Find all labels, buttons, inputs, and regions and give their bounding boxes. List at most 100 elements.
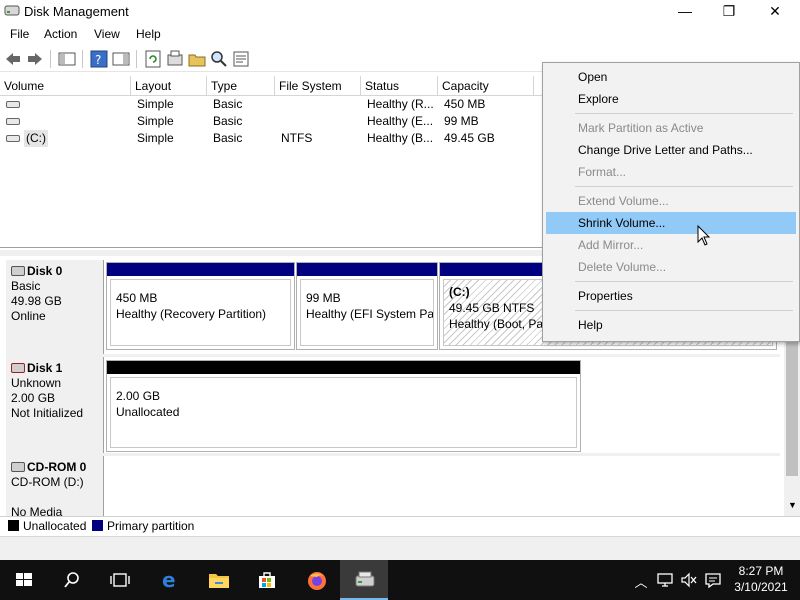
menu-item-format[interactable]: Format... [546, 161, 796, 183]
volume-status: Healthy (R... [367, 97, 434, 111]
notification-icon[interactable] [704, 572, 722, 588]
disk-1-label[interactable]: Disk 1 Unknown 2.00 GB Not Initialized [6, 357, 104, 453]
partition-recovery[interactable]: 450 MB Healthy (Recovery Partition) [106, 262, 295, 350]
cdrom-0-label[interactable]: CD-ROM 0 CD-ROM (D:) No Media [6, 456, 104, 516]
column-header-status[interactable]: Status [361, 76, 438, 96]
partition-body: 2.00 GB Unallocated [110, 377, 577, 448]
taskbar: e ︿ 8:27 PM 3/10/2021 [0, 560, 800, 600]
back-icon[interactable] [4, 50, 22, 68]
firefox-button[interactable] [292, 560, 340, 600]
scrollbar-thumb[interactable] [786, 336, 798, 476]
forward-icon[interactable] [26, 50, 44, 68]
drive-icon [6, 118, 20, 125]
search-button[interactable] [48, 560, 96, 600]
volume-layout: Simple [137, 114, 174, 128]
column-header-volume[interactable]: Volume [0, 76, 131, 96]
title-bar: Disk Management — ❐ ✕ [0, 0, 800, 24]
search-icon[interactable] [210, 50, 228, 68]
menu-separator [575, 310, 793, 311]
menu-item-change-drive-letter[interactable]: Change Drive Letter and Paths... [546, 139, 796, 161]
menu-file[interactable]: File [10, 27, 29, 41]
store-button[interactable] [242, 560, 290, 600]
close-button[interactable]: ✕ [752, 0, 798, 24]
menu-bar: File Action View Help [0, 24, 800, 44]
legend-label-primary: Primary partition [107, 519, 195, 533]
column-header-file-system[interactable]: File System [275, 76, 361, 96]
volume-status: Healthy (E... [367, 114, 434, 128]
volume-muted-icon[interactable] [680, 572, 698, 588]
partition-bar [297, 263, 437, 276]
edge-button[interactable]: e [146, 560, 194, 600]
volume-type: Basic [213, 97, 243, 111]
disk-uninitialized-icon [11, 363, 25, 373]
partition-unallocated[interactable]: 2.00 GB Unallocated [106, 360, 581, 452]
menu-item-open[interactable]: Open [546, 66, 796, 88]
minimize-button[interactable]: — [662, 0, 708, 24]
volume-type: Basic [213, 114, 243, 128]
partition-bar [107, 361, 580, 374]
disk-name: Disk 1 [27, 361, 63, 375]
menu-item-help[interactable]: Help [546, 314, 796, 336]
menu-item-shrink-volume[interactable]: Shrink Volume... [546, 212, 796, 234]
clock-time: 8:27 PM [738, 564, 784, 578]
column-header-capacity[interactable]: Capacity [438, 76, 534, 96]
window-title: Disk Management [24, 4, 129, 19]
menu-item-add-mirror[interactable]: Add Mirror... [546, 234, 796, 256]
legend-swatch-primary [92, 520, 103, 531]
partition-efi[interactable]: 99 MB Healthy (EFI System Part [296, 262, 438, 350]
help-icon[interactable]: ? [90, 50, 108, 68]
disk-kind: CD-ROM (D:) [11, 475, 84, 489]
show-hide-action-pane-icon[interactable] [112, 50, 130, 68]
start-button[interactable] [0, 560, 48, 600]
menu-item-mark-active[interactable]: Mark Partition as Active [546, 117, 796, 139]
disk-size: 2.00 GB [11, 391, 56, 405]
legend-label-unallocated: Unallocated [23, 519, 87, 533]
partition-bar [107, 263, 294, 276]
chevron-up-icon[interactable]: ︿ [632, 572, 650, 590]
rescan-disks-icon[interactable] [166, 50, 184, 68]
menu-separator [575, 113, 793, 114]
file-explorer-button[interactable] [194, 560, 242, 600]
partition-size: 2.00 GB [116, 389, 161, 403]
properties-icon[interactable] [232, 50, 250, 68]
disk-management-taskbar-button[interactable] [340, 560, 388, 600]
partition-status: Healthy (Recovery Partition) [116, 307, 267, 321]
menu-separator [575, 186, 793, 187]
maximize-button[interactable]: ❐ [706, 0, 752, 24]
partition-body: 450 MB Healthy (Recovery Partition) [110, 279, 291, 346]
disk-0-label[interactable]: Disk 0 Basic 49.98 GB Online [6, 260, 104, 354]
legend-swatch-unallocated [8, 520, 19, 531]
menu-item-explore[interactable]: Explore [546, 88, 796, 110]
volume-status: Healthy (B... [367, 131, 434, 145]
show-hide-tree-icon[interactable] [58, 50, 76, 68]
task-view-button[interactable] [96, 560, 144, 600]
menu-help[interactable]: Help [136, 27, 161, 41]
partition-body: 99 MB Healthy (EFI System Part [300, 279, 434, 346]
volume-capacity: 99 MB [444, 114, 479, 128]
network-icon[interactable] [656, 572, 674, 588]
menu-item-extend-volume[interactable]: Extend Volume... [546, 190, 796, 212]
legend: Unallocated Primary partition [0, 516, 800, 536]
volume-name: (C:) [24, 130, 48, 147]
scroll-down-icon[interactable]: ▼ [788, 500, 797, 510]
drive-icon [6, 101, 20, 108]
disk-state: Online [11, 309, 46, 323]
disk-state: No Media [11, 505, 63, 516]
open-folder-icon[interactable] [188, 50, 206, 68]
disk-kind: Unknown [11, 376, 62, 390]
firefox-icon [308, 572, 326, 590]
column-header-type[interactable]: Type [207, 76, 275, 96]
task-view-icon [110, 573, 130, 587]
refresh-icon[interactable] [144, 50, 162, 68]
volume-layout: Simple [137, 97, 174, 111]
status-bar [0, 536, 800, 560]
taskbar-clock[interactable]: 8:27 PM 3/10/2021 [730, 563, 792, 595]
store-icon [259, 572, 275, 588]
menu-view[interactable]: View [94, 27, 120, 41]
partition-status: Healthy (EFI System Part [306, 307, 434, 321]
column-header-layout[interactable]: Layout [131, 76, 207, 96]
disk-management-window: Disk Management — ❐ ✕ File Action View H… [0, 0, 800, 560]
menu-item-delete-volume[interactable]: Delete Volume... [546, 256, 796, 278]
menu-action[interactable]: Action [44, 27, 77, 41]
menu-item-properties[interactable]: Properties [546, 285, 796, 307]
